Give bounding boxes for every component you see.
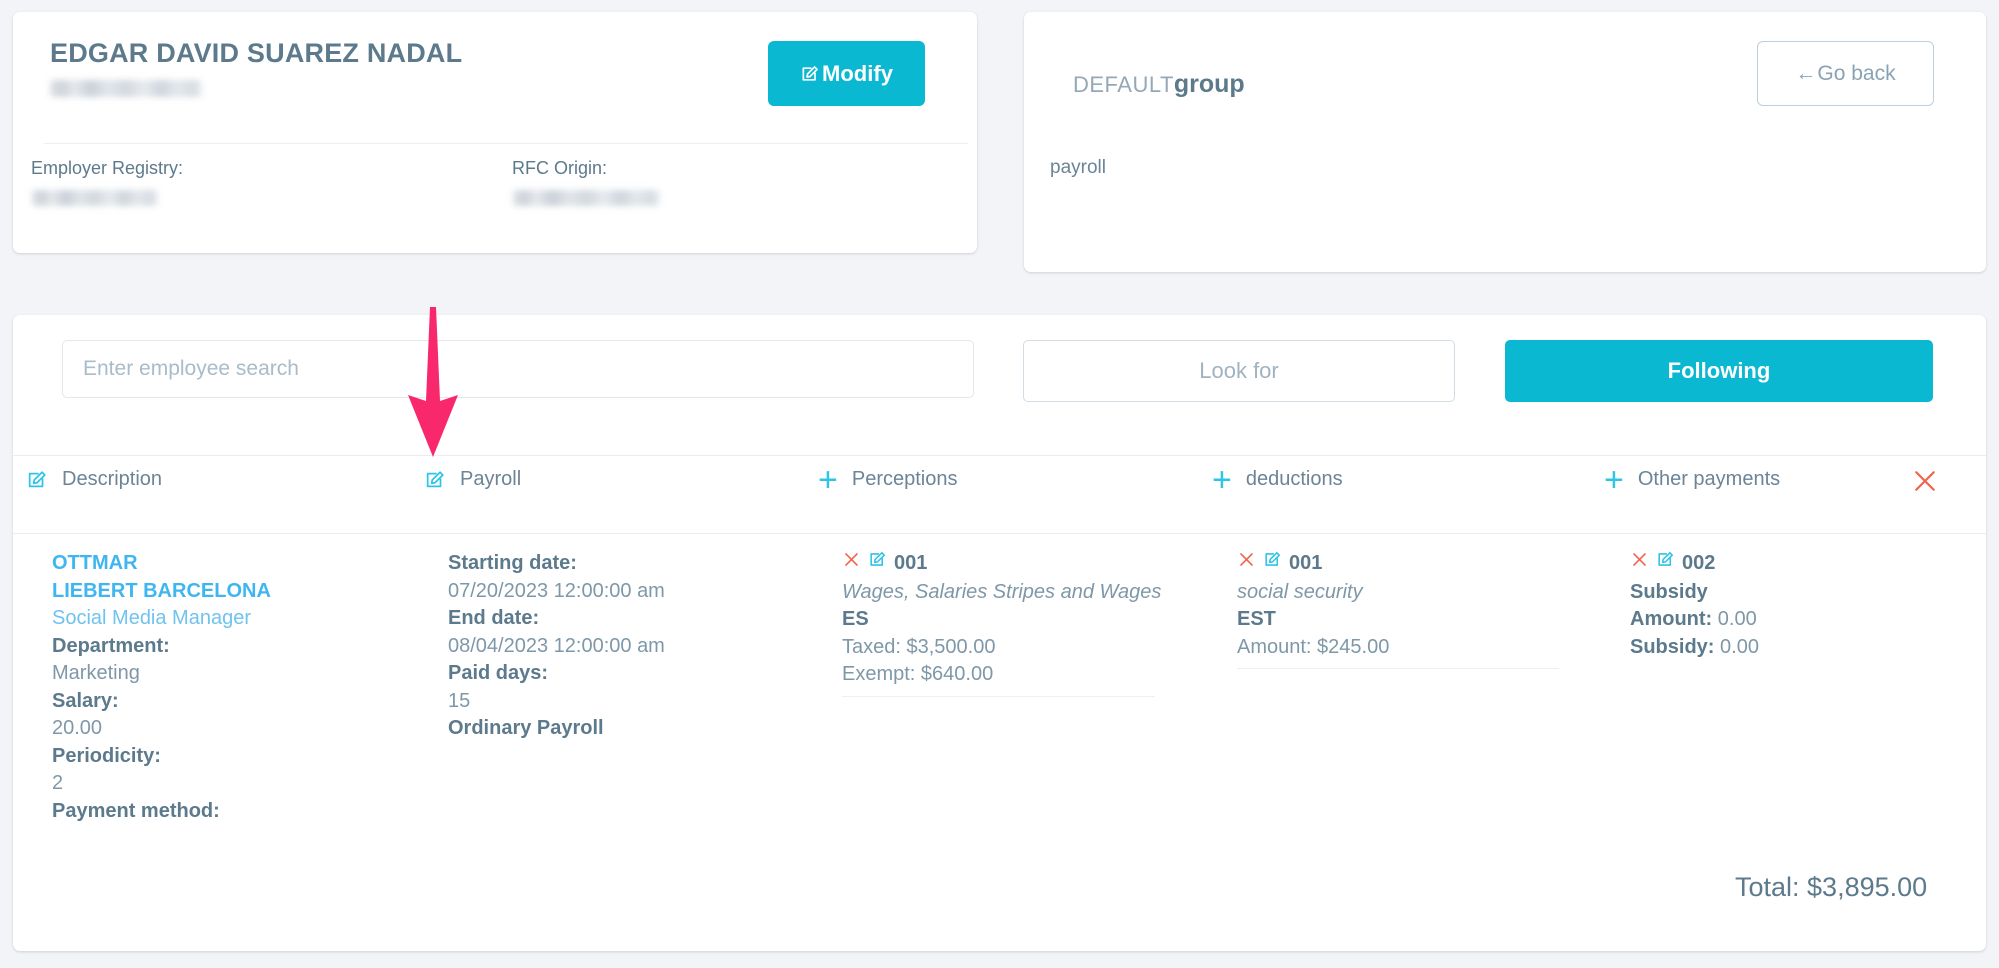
employer-registry-label: Employer Registry: <box>31 158 184 178</box>
edit-square-pencil-icon[interactable] <box>424 469 446 491</box>
employee-id-redacted <box>50 80 202 97</box>
payroll-detail-page: EDGAR DAVID SUAREZ NADAL Employer Regist… <box>0 0 1999 968</box>
edit-square-pencil-icon <box>800 64 820 84</box>
rfc-origin-label: RFC Origin: <box>512 158 608 178</box>
modify-button[interactable]: Modify <box>768 41 925 106</box>
column-header-label: Description <box>62 468 163 490</box>
column-header-perceptions[interactable]: + Perceptions <box>818 463 958 497</box>
table-cell-perceptions: 001 Wages, Salaries Stripes and Wages ES… <box>842 550 1172 697</box>
go-back-button[interactable]: ← Go back <box>1757 41 1934 106</box>
close-x-icon[interactable] <box>842 550 861 578</box>
perception-type: ES <box>842 608 869 630</box>
table-cell-payroll: Starting date: 07/20/2023 12:00:00 am En… <box>448 550 788 743</box>
column-header-label: Other payments <box>1637 468 1781 490</box>
table-header-top-divider <box>13 455 1986 456</box>
following-button[interactable]: Following <box>1505 340 1933 402</box>
starting-date-label: Starting date: <box>448 552 577 574</box>
perception-item-separator <box>842 695 1155 697</box>
table-header-bottom-divider <box>13 533 1986 534</box>
look-for-button[interactable]: Look for <box>1023 340 1455 402</box>
employer-registry-value-redacted <box>32 190 158 206</box>
salary-label: Salary: <box>52 689 119 712</box>
edit-square-pencil-icon[interactable] <box>1263 550 1282 578</box>
close-x-icon[interactable] <box>1630 550 1649 578</box>
edit-square-pencil-icon[interactable] <box>1656 550 1675 578</box>
other-payment-code: 002 <box>1682 552 1716 574</box>
column-header-deductions[interactable]: + deductions <box>1212 463 1343 497</box>
group-title: DEFAULTgroup <box>1073 70 1245 99</box>
group-title-prefix: DEFAULT <box>1073 72 1174 97</box>
group-title-main: group <box>1173 70 1245 98</box>
payment-method-label: Payment method: <box>52 799 220 822</box>
column-header-other-payments[interactable]: + Other payments <box>1604 463 1781 497</box>
column-header-label: Perceptions <box>851 468 958 490</box>
deduction-code: 001 <box>1289 552 1323 574</box>
employee-role: Social Media Manager <box>52 607 251 629</box>
other-payment-subsidy-value: 0.00 <box>1720 635 1759 658</box>
rfc-origin-value-redacted <box>513 190 660 206</box>
plus-icon[interactable]: + <box>1604 463 1624 497</box>
department-value: Marketing <box>52 662 140 684</box>
column-header-description[interactable]: Description <box>26 468 162 491</box>
edit-square-pencil-icon[interactable] <box>26 469 48 491</box>
table-cell-description: OTTMAR LIEBERT BARCELONA Social Media Ma… <box>52 550 392 825</box>
table-cell-deductions: 001 social security EST Amount: $245.00 <box>1237 550 1567 669</box>
end-date-label: End date: <box>448 607 540 629</box>
periodicity-value: 2 <box>52 772 64 794</box>
payroll-total: Total: $3,895.00 <box>1735 872 1928 902</box>
employee-name-line-1[interactable]: OTTMAR <box>52 550 392 578</box>
other-payment-amount-label: Amount: <box>1630 608 1713 630</box>
other-payment-amount-value: 0.00 <box>1717 608 1757 630</box>
other-payment-description: Subsidy <box>1630 580 1708 603</box>
payroll-type: Ordinary Payroll <box>448 717 604 739</box>
paid-days-label: Paid days: <box>448 662 549 684</box>
perception-description: Wages, Salaries Stripes and Wages <box>842 580 1162 603</box>
deduction-type: EST <box>1237 608 1276 630</box>
perception-taxed: Taxed: $3,500.00 <box>842 635 996 658</box>
column-header-payroll[interactable]: Payroll <box>424 468 521 491</box>
employee-name-line-2[interactable]: LIEBERT BARCELONA <box>52 578 392 606</box>
employee-name: EDGAR DAVID SUAREZ NADAL <box>50 38 463 68</box>
modify-button-label: Modify <box>822 60 893 86</box>
perception-item-header: 001 <box>842 550 1172 578</box>
other-payment-subsidy-label: Subsidy: <box>1630 635 1715 658</box>
table-cell-other-payments: 002 Subsidy Amount: 0.00 Subsidy: 0.00 <box>1630 550 1960 661</box>
deduction-amount: Amount: $245.00 <box>1237 635 1390 658</box>
end-date-value: 08/04/2023 12:00:00 am <box>448 634 665 657</box>
deduction-item-header: 001 <box>1237 550 1567 578</box>
group-subtitle: payroll <box>1050 157 1106 178</box>
department-label: Department: <box>52 634 170 657</box>
plus-icon[interactable]: + <box>818 463 838 497</box>
deduction-description: social security <box>1237 580 1363 603</box>
arrow-left-icon: ← <box>1795 61 1817 85</box>
edit-square-pencil-icon[interactable] <box>868 550 887 578</box>
perception-code: 001 <box>894 552 928 574</box>
close-x-icon[interactable] <box>1237 550 1256 578</box>
plus-icon[interactable]: + <box>1212 463 1232 497</box>
starting-date-value: 07/20/2023 12:00:00 am <box>448 579 665 602</box>
other-payment-item-header: 002 <box>1630 550 1960 578</box>
salary-value: 20.00 <box>52 717 103 739</box>
go-back-button-label: Go back <box>1817 61 1896 85</box>
search-input[interactable] <box>62 340 974 398</box>
paid-days-value: 15 <box>448 689 471 712</box>
column-header-label: Payroll <box>460 468 522 490</box>
close-x-icon[interactable] <box>1910 466 1940 501</box>
deduction-item-separator <box>1237 668 1559 669</box>
periodicity-label: Periodicity: <box>52 744 161 767</box>
column-header-label: deductions <box>1245 468 1343 490</box>
perception-exempt: Exempt: $640.00 <box>842 663 994 685</box>
info-card-divider <box>44 143 968 144</box>
